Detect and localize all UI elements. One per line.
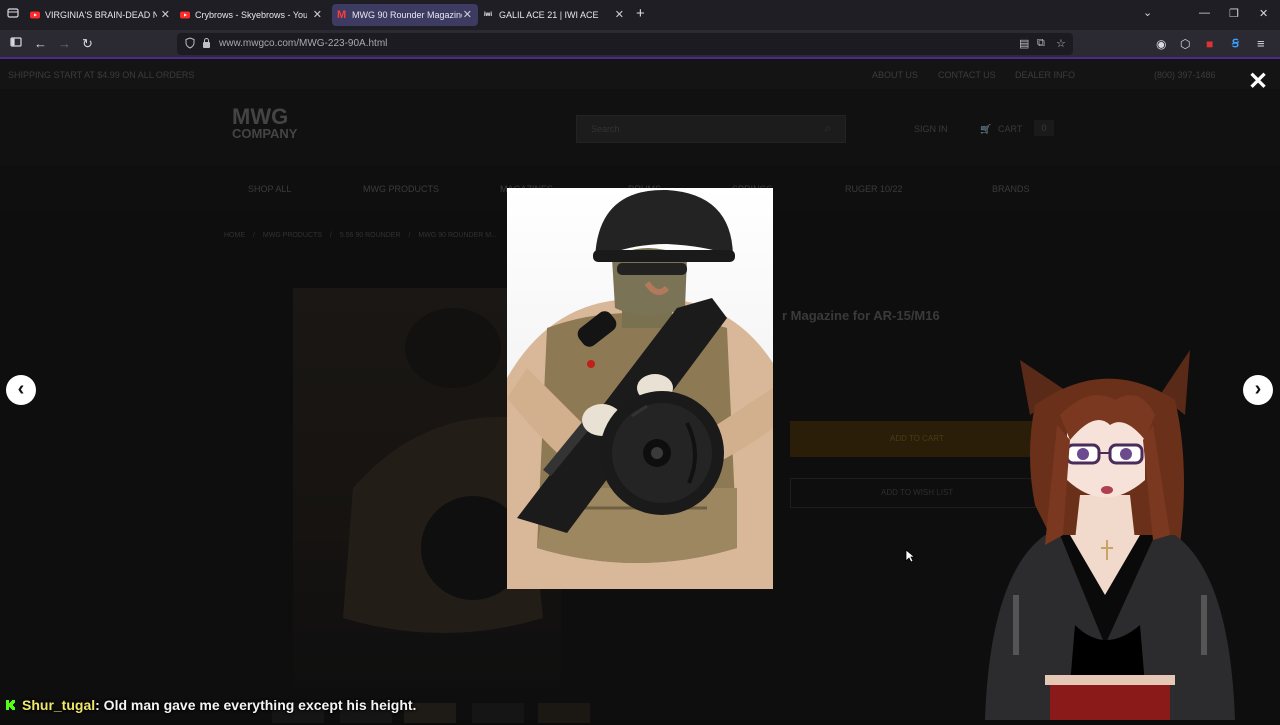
close-window-button[interactable]: ✕ — [1259, 7, 1268, 20]
chat-text: : Old man gave me everything except his … — [95, 697, 417, 713]
nav-bar: ← → ↻ www.mwgco.com/MWG-223-90A.html ▤ ⧉… — [0, 30, 1280, 58]
youtube-icon — [30, 10, 40, 20]
reader-view-icon[interactable]: ▤ — [1019, 37, 1029, 50]
lightbox-product-image[interactable] — [507, 188, 773, 589]
tab-title: VIRGINIA'S BRAIN-DEAD NEW A — [45, 10, 157, 20]
product-thumbnail[interactable] — [538, 703, 590, 723]
search-icon[interactable]: ⌕ — [824, 121, 831, 136]
picture-in-picture-icon[interactable]: ⧉ — [1037, 37, 1045, 50]
tab-list-icon[interactable] — [7, 7, 19, 23]
minimize-button[interactable]: — — [1199, 7, 1210, 19]
logo-line2: COMPANY — [232, 126, 298, 141]
cart-link[interactable]: CART — [998, 124, 1022, 134]
tab-mwg-active[interactable]: M MWG 90 Rounder Magazine for ✕ — [332, 4, 478, 26]
mwg-icon: M — [337, 9, 347, 21]
tab-overflow-chevron-icon[interactable]: ⌄ — [1143, 6, 1152, 19]
address-bar[interactable]: www.mwgco.com/MWG-223-90A.html ▤ ⧉ ☆ — [177, 33, 1073, 55]
back-button[interactable]: ← — [34, 36, 47, 52]
nav-ruger[interactable]: RUGER 10/22 — [845, 184, 903, 194]
tab-close-icon[interactable]: ✕ — [313, 8, 322, 22]
lightbox-close-button[interactable]: ✕ — [1244, 68, 1272, 96]
translate-extension-icon[interactable]: Ꞩ — [1232, 36, 1239, 52]
wishlist-label: ADD TO WISH LIST — [881, 488, 954, 497]
breadcrumb-mwg-products[interactable]: MWG PRODUCTS — [263, 232, 322, 239]
extensions-icon[interactable]: ⬡ — [1180, 36, 1190, 52]
lightbox-prev-button[interactable]: ‹ — [6, 375, 36, 405]
kick-badge-icon — [4, 698, 16, 711]
breadcrumb-90-rounder[interactable]: 5.56 90 ROUNDER — [340, 232, 401, 239]
top-strip: SHIPPING START AT $4.99 ON ALL ORDERS AB… — [0, 59, 1280, 89]
chat-username: Shur_tugal — [22, 697, 96, 713]
tab-title: Crybrows - Skyebrows - YouTube — [195, 10, 307, 20]
menu-icon[interactable]: ≡ — [1257, 36, 1265, 52]
dealer-info-link[interactable]: DEALER INFO — [1015, 70, 1075, 80]
cart-count-badge: 0 — [1034, 120, 1054, 136]
url-text: www.mwgco.com/MWG-223-90A.html — [219, 38, 388, 49]
chat-message: Shur_tugal: Old man gave me everything e… — [4, 697, 416, 713]
nav-brands[interactable]: BRANDS — [992, 184, 1030, 194]
tab-youtube-crybrows[interactable]: Crybrows - Skyebrows - YouTube ✕ — [180, 4, 328, 26]
tab-close-icon[interactable]: ✕ — [615, 8, 624, 22]
product-title: r Magazine for AR-15/M16 — [782, 308, 940, 323]
tab-title: GALIL ACE 21 | IWI ACE — [499, 10, 599, 20]
phone-number: (800) 397-1486 — [1154, 70, 1216, 80]
account-icon[interactable]: ◉ — [1156, 36, 1166, 52]
iwi-icon: iwi — [484, 12, 493, 18]
logo-line1: MWG — [232, 104, 289, 129]
new-tab-button[interactable]: + — [636, 6, 645, 22]
contact-us-link[interactable]: CONTACT US — [938, 70, 996, 80]
breadcrumb: HOME / MWG PRODUCTS / 5.56 90 ROUNDER / … — [224, 232, 497, 239]
youtube-icon — [180, 10, 190, 20]
tab-title: MWG 90 Rounder Magazine for — [352, 10, 462, 20]
breadcrumb-current: MWG 90 ROUNDER M... — [418, 232, 497, 239]
reload-button[interactable]: ↻ — [82, 36, 93, 52]
breadcrumb-home[interactable]: HOME — [224, 232, 245, 239]
about-us-link[interactable]: ABOUT US — [872, 70, 918, 80]
tab-iwi-galil[interactable]: iwi GALIL ACE 21 | IWI ACE ✕ — [484, 4, 630, 26]
lock-icon[interactable] — [202, 37, 211, 52]
bookmark-star-icon[interactable]: ☆ — [1056, 37, 1066, 50]
mouse-cursor-icon — [905, 549, 916, 568]
product-thumbnail[interactable] — [472, 703, 524, 723]
mwg-logo[interactable]: MWG COMPANY — [232, 104, 318, 147]
lightbox-next-button[interactable]: › — [1243, 375, 1273, 405]
site-search-input[interactable]: Search ⌕ — [576, 115, 846, 143]
extension-badge-icon[interactable]: ■ — [1206, 36, 1213, 52]
add-to-cart-label: ADD TO CART — [890, 434, 944, 443]
tab-bar: VIRGINIA'S BRAIN-DEAD NEW A ✕ Crybrows -… — [0, 0, 1280, 30]
shield-icon[interactable] — [185, 37, 195, 52]
shipping-notice: SHIPPING START AT $4.99 ON ALL ORDERS — [8, 70, 195, 80]
tab-youtube-virginia[interactable]: VIRGINIA'S BRAIN-DEAD NEW A ✕ — [30, 4, 176, 26]
restore-button[interactable]: ❐ — [1229, 7, 1239, 20]
nav-mwg-products[interactable]: MWG PRODUCTS — [363, 184, 439, 194]
sign-in-link[interactable]: SIGN IN — [914, 124, 948, 134]
sidebar-toggle-icon[interactable] — [10, 36, 22, 52]
vtuber-avatar — [975, 345, 1245, 720]
tab-close-icon[interactable]: ✕ — [161, 8, 170, 22]
nav-shop-all[interactable]: SHOP ALL — [248, 184, 291, 194]
site-header: MWG COMPANY Search ⌕ SIGN IN 🛒 CART 0 — [0, 89, 1280, 165]
cart-icon[interactable]: 🛒 — [980, 124, 991, 135]
forward-button[interactable]: → — [58, 36, 71, 52]
tab-close-icon[interactable]: ✕ — [463, 8, 472, 22]
search-placeholder: Search — [591, 124, 620, 134]
